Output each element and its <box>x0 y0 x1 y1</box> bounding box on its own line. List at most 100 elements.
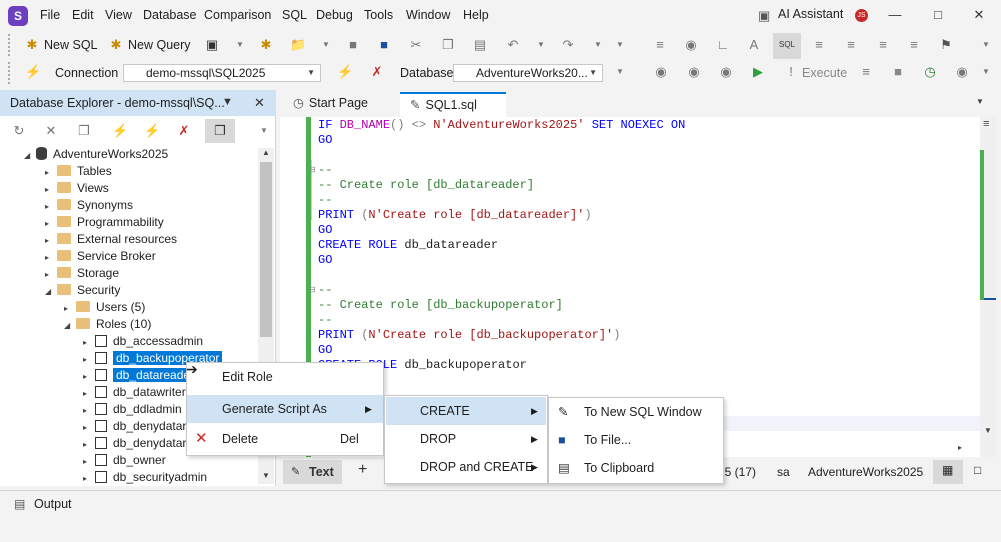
open-folder-icon[interactable]: 📁 <box>290 37 306 53</box>
collapsed-icon[interactable]: ▸ <box>83 368 95 385</box>
outdent-icon[interactable]: ≡ <box>843 37 859 53</box>
tree-node-role[interactable]: ▸ db_owner <box>83 452 166 469</box>
drop-and-create-menu-item[interactable]: DROP and CREATE ▶ <box>386 453 546 481</box>
to-file-menu-item[interactable]: ■ To File... <box>549 426 723 454</box>
collapsed-icon[interactable]: ▸ <box>83 453 95 470</box>
database-refresh-icon[interactable]: ◉ <box>686 64 702 80</box>
toolbar-grip[interactable] <box>8 34 11 56</box>
tree-node-role[interactable]: ▸ db_accessadmin <box>83 333 203 350</box>
save-icon[interactable]: ■ <box>345 37 361 53</box>
chevron-down-icon[interactable]: ▼ <box>533 37 549 53</box>
clock-icon[interactable]: ◷ <box>922 64 938 80</box>
split-icon[interactable]: ≡ <box>983 118 989 130</box>
tree-node-programmability[interactable]: ▸ Programmability <box>45 214 164 231</box>
align-icon[interactable]: ≡ <box>875 37 891 53</box>
tree-node-database[interactable]: ◢ AdventureWorks2025 <box>24 146 168 163</box>
new-connection-icon[interactable]: ⚡ <box>112 123 128 139</box>
toolbar-overflow-icon[interactable]: ▼ <box>978 37 994 53</box>
stop-icon[interactable]: ■ <box>890 64 906 80</box>
redo-icon[interactable]: ↷ <box>560 37 576 53</box>
collapsed-icon[interactable]: ▸ <box>45 232 57 249</box>
collapsed-icon[interactable]: ▸ <box>45 164 57 181</box>
tree-node-security[interactable]: ◢ Security <box>45 282 120 299</box>
toolbar-overflow-icon[interactable]: ▼ <box>978 64 994 80</box>
tree-node-role[interactable]: ▸ db_ddladmin <box>83 401 182 418</box>
chevron-down-icon[interactable]: ▼ <box>612 37 628 53</box>
camera-icon[interactable]: ◉ <box>683 37 699 53</box>
tree-node-service-broker[interactable]: ▸ Service Broker <box>45 248 156 265</box>
play-icon[interactable]: ▶ <box>750 64 766 80</box>
expanded-icon[interactable]: ◢ <box>24 147 36 164</box>
scroll-down-icon[interactable]: ▼ <box>984 426 992 435</box>
chevron-down-icon[interactable]: ▼ <box>256 123 272 139</box>
minimize-button[interactable]: — <box>887 7 903 23</box>
tree-node-synonyms[interactable]: ▸ Synonyms <box>45 197 133 214</box>
tree-node-views[interactable]: ▸ Views <box>45 180 109 197</box>
disconnect-icon[interactable]: ✗ <box>369 64 385 80</box>
expanded-icon[interactable]: ◢ <box>45 283 57 300</box>
maximize-layout-icon[interactable]: □ <box>974 463 981 477</box>
collapsed-icon[interactable]: ▸ <box>83 351 95 368</box>
collapsed-icon[interactable]: ▸ <box>45 181 57 198</box>
collapsed-icon[interactable]: ▸ <box>45 198 57 215</box>
undo-icon[interactable]: ↶ <box>505 37 521 53</box>
generate-script-as-menu-item[interactable]: Generate Script As ▶ <box>187 395 383 423</box>
collapsed-icon[interactable]: ▸ <box>83 385 95 402</box>
tab-start-page[interactable]: ◷ Start Page <box>283 92 396 117</box>
scroll-right-icon[interactable]: ▸ <box>958 443 962 452</box>
chevron-down-icon[interactable]: ▼ <box>232 37 248 53</box>
edit-role-menu-item[interactable]: Edit Role <box>187 363 383 391</box>
execute-button[interactable]: Execute <box>802 66 847 80</box>
new-item-icon[interactable]: ▣ <box>204 37 220 53</box>
spell-icon[interactable]: A <box>746 37 762 53</box>
chevron-down-icon[interactable]: ▼ <box>612 64 628 80</box>
collapsed-icon[interactable]: ▸ <box>83 470 95 487</box>
format-icon[interactable]: ≡ <box>652 37 668 53</box>
tree-node-users[interactable]: ▸ Users (5) <box>64 299 145 316</box>
tree-scrollbar-thumb[interactable] <box>260 162 272 337</box>
tree-node-role[interactable]: ▸ db_denydatar <box>83 435 186 452</box>
menu-sql[interactable]: SQL <box>282 8 307 22</box>
ai-assistant-button[interactable]: AI Assistant <box>778 7 843 21</box>
maximize-button[interactable]: □ <box>930 7 946 23</box>
to-clipboard-menu-item[interactable]: ▤ To Clipboard <box>549 454 723 482</box>
chevron-down-icon[interactable]: ▼ <box>318 37 334 53</box>
database-select[interactable]: AdventureWorks20... ▼ <box>453 64 603 82</box>
tree-node-roles[interactable]: ◢ Roles (10) <box>64 316 151 333</box>
delete-icon[interactable]: ✕ <box>43 123 59 139</box>
tab-sql1[interactable]: ✎SQL1.sql ✖ <box>400 92 506 135</box>
connection-select[interactable]: demo-mssql\SQL2025 ▼ <box>123 64 321 82</box>
close-icon[interactable]: ✕ <box>254 95 265 111</box>
chevron-down-icon[interactable]: ▼ <box>590 37 606 53</box>
menu-edit[interactable]: Edit <box>72 8 94 22</box>
database-icon[interactable]: ◉ <box>653 64 669 80</box>
comment-icon[interactable]: ≡ <box>906 37 922 53</box>
tab-list-icon[interactable]: ▼ <box>976 97 984 106</box>
indent-icon[interactable]: ≡ <box>811 37 827 53</box>
collapsed-icon[interactable]: ▸ <box>45 249 57 266</box>
close-window-button[interactable]: ✕ <box>971 7 987 23</box>
tree-node-role[interactable]: ▸ db_securityadmin <box>83 469 207 486</box>
drop-menu-item[interactable]: DROP ▶ <box>386 425 546 453</box>
fold-toggle[interactable]: ⊟ <box>309 165 316 174</box>
execute-selection-icon[interactable]: ≡ <box>858 64 874 80</box>
delete-menu-item[interactable]: ✕ Delete Del <box>187 425 383 453</box>
toolbar-grip[interactable] <box>8 62 11 84</box>
collapsed-icon[interactable]: ▸ <box>64 300 76 317</box>
collapsed-icon[interactable]: ▸ <box>83 436 95 453</box>
menu-comparison[interactable]: Comparison <box>204 8 271 22</box>
database-settings-icon[interactable]: ◉ <box>718 64 734 80</box>
new-sql-button[interactable]: New SQL <box>44 38 98 52</box>
collapse-icon[interactable]: ❐ <box>76 123 92 139</box>
collapsed-icon[interactable]: ▸ <box>83 402 95 419</box>
disconnect-icon[interactable]: ✗ <box>176 123 192 139</box>
refresh-icon[interactable]: ↻ <box>11 123 27 139</box>
copy-icon[interactable]: ❐ <box>440 37 456 53</box>
paste-icon[interactable]: ▤ <box>472 37 488 53</box>
to-new-sql-window-menu-item[interactable]: ✎ To New SQL Window <box>549 398 723 426</box>
collapsed-icon[interactable]: ▸ <box>83 334 95 351</box>
tree-node-role[interactable]: ▸ db_datawriter <box>83 384 186 401</box>
cut-icon[interactable]: ✂ <box>408 37 424 53</box>
menu-file[interactable]: File <box>40 8 60 22</box>
menu-tools[interactable]: Tools <box>364 8 393 22</box>
